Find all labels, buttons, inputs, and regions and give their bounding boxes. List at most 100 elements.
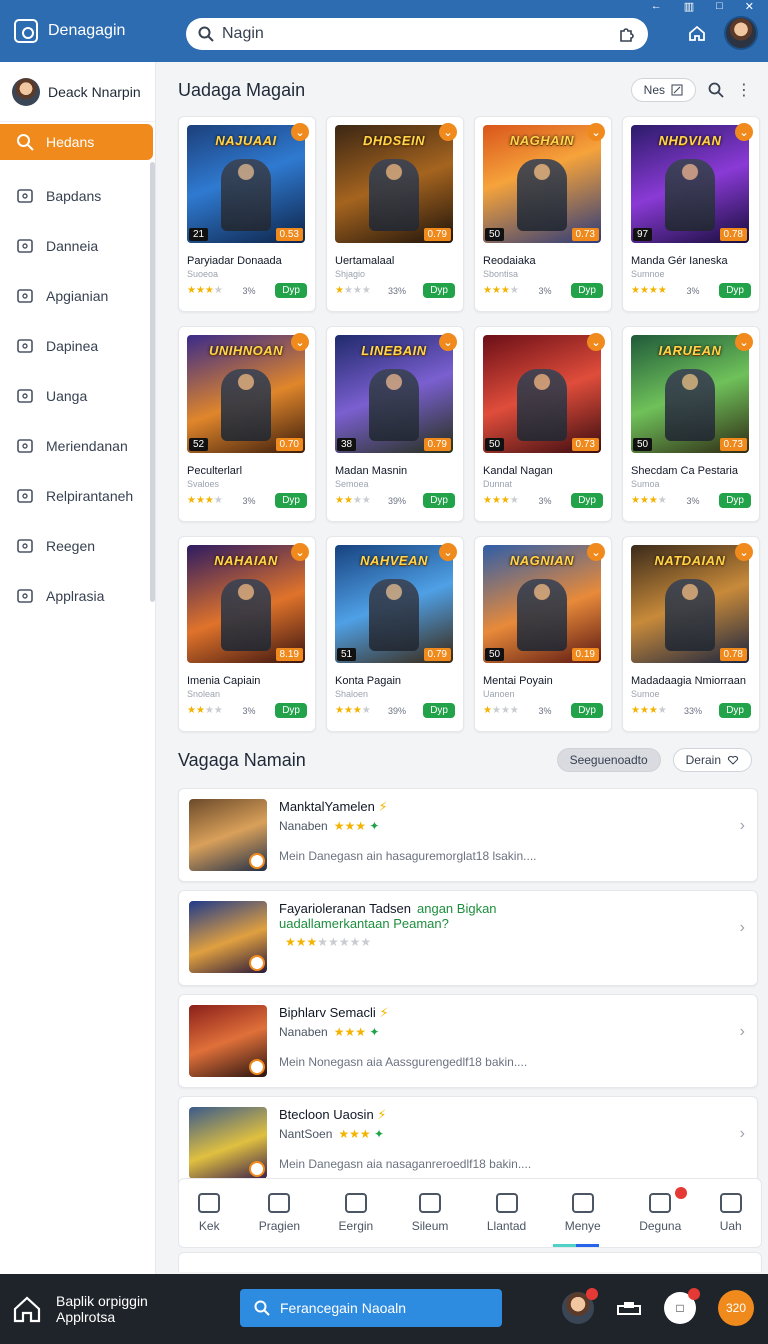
more-options-icon[interactable]: ⋮ [736,80,752,100]
list-item[interactable]: Fayarioleranan Tadsen angan Bigkan uadalla… [178,890,758,986]
get-button[interactable]: Dyp [423,703,455,718]
tab-llantad[interactable]: Llantad [487,1193,526,1233]
taskbar-search[interactable]: Ferancegain Naoaln [240,1289,502,1327]
sort-button[interactable]: Nes [630,78,696,102]
chevron-down-icon[interactable]: ⌄ [735,333,753,351]
game-thumbnail[interactable]: DHDSEIN 0.79 [335,125,453,243]
game-card[interactable]: NAHVEAN 51 0.79 ⌄ Konta Pagain Shaloen ★★★★ 39%… [326,536,464,732]
sidebar-item-dapinea[interactable]: Dapinea [0,322,155,370]
sidebar-item-bapdans[interactable]: Bapdans [0,172,155,220]
game-thumbnail[interactable]: NAHAIAN 8.19 [187,545,305,663]
get-button[interactable]: Dyp [275,493,307,508]
tab-sileum[interactable]: Sileum [412,1193,448,1233]
sidebar-item-uanga[interactable]: Uanga [0,372,155,420]
sidebar-scrollbar[interactable] [150,162,155,602]
game-thumbnail[interactable]: NAJUAAI 21 0.53 [187,125,305,243]
list-item[interactable]: Btecloon Uaosin ⚡ NantSoen ★★★ ✦ Mein Daneg… [178,1096,758,1190]
taskbar-home-icon[interactable] [12,1295,42,1323]
section-search-icon[interactable] [708,82,724,98]
sidebar-item-apgianian[interactable]: Apgianian [0,272,155,320]
puzzle-icon[interactable] [618,25,636,43]
game-card[interactable]: NHDVIAN 97 0.78 ⌄ Manda Gér Ianeska Sumnoe ★★★… [622,116,760,312]
chevron-down-icon[interactable]: ⌄ [291,543,309,561]
get-button[interactable]: Dyp [571,493,603,508]
game-card[interactable]: NAJUAAI 21 0.53 ⌄ Paryiadar Donaada Suoeoa ★★★… [178,116,316,312]
chevron-down-icon[interactable]: ⌄ [291,123,309,141]
game-card[interactable]: DHDSEIN 0.79 ⌄ Uertamalaal Shjagio ★★★★ 33% Dyp [326,116,464,312]
get-button[interactable]: Dyp [571,283,603,298]
game-card[interactable]: NAHAIAN 8.19 ⌄ Imenia Capiain Snolean ★★★★ 3% D… [178,536,316,732]
home-icon[interactable] [688,24,706,42]
filter-chip[interactable]: Seeguenoadto [556,748,661,772]
image-icon [16,437,34,455]
chevron-down-icon[interactable]: ⌄ [735,123,753,141]
get-button[interactable]: Dyp [719,493,751,508]
taskbar-avatar[interactable] [562,1288,598,1324]
game-character [221,579,271,651]
get-button[interactable]: Dyp [571,703,603,718]
get-button[interactable]: Dyp [423,493,455,508]
game-card[interactable]: 50 0.73 ⌄ Kandal Nagan Dunnat ★★★★ 3% Dyp [474,326,612,522]
chevron-right-icon[interactable]: › [740,919,745,937]
chevron-down-icon[interactable]: ⌄ [587,123,605,141]
tab-pragien[interactable]: Pragien [259,1193,300,1233]
get-button[interactable]: Dyp [423,283,455,298]
chevron-right-icon[interactable]: › [740,1023,745,1041]
game-card[interactable]: IARUEAN 50 0.73 ⌄ Shecdam Ca Pestaria Sumoa ★★… [622,326,760,522]
sidebar-item-hedans[interactable]: Hedans [0,124,153,160]
game-card[interactable]: UNIHNOAN 52 0.70 ⌄ Peculterlarl Svaloes ★★★★ 3%… [178,326,316,522]
list-item[interactable]: Biphlarv Semacli ⚡ Nanaben ★★★ ✦ Mein Noneg… [178,994,758,1088]
list-item[interactable]: ManktalYamelen ⚡ Nanaben ★★★ ✦ Mein Danegas… [178,788,758,882]
section-header: Uadaga Magain Nes ⋮ [156,78,768,102]
chevron-down-icon[interactable]: ⌄ [587,543,605,561]
tab-deguna[interactable]: Deguna [639,1187,688,1233]
maximize-icon[interactable]: □ [716,0,723,13]
tab-eergin[interactable]: Eergin [339,1193,373,1233]
game-thumbnail[interactable]: UNIHNOAN 52 0.70 [187,335,305,453]
chevron-down-icon[interactable]: ⌄ [439,333,457,351]
close-icon[interactable]: ✕ [745,0,754,13]
get-button[interactable]: Dyp [719,283,751,298]
game-thumbnail[interactable]: NAHVEAN 51 0.79 [335,545,453,663]
search-input[interactable]: Nagin [222,25,264,43]
app-brand[interactable]: Denagagin [0,19,176,43]
chevron-down-icon[interactable]: ⌄ [439,123,457,141]
sidebar-item-relpirantaneh[interactable]: Relpirantaneh [0,472,155,520]
sidebar-item-reegen[interactable]: Reegen [0,522,155,570]
user-avatar[interactable] [724,16,758,50]
game-card[interactable]: NAGHAIN 50 0.73 ⌄ Reodaiaka Sbontisa ★★★★ 3% Dyp [474,116,612,312]
sidebar-item-danneia[interactable]: Danneia [0,222,155,270]
tab-menye[interactable]: Menye [565,1193,601,1233]
taskbar-app[interactable]: Baplik orpiggin Applrotsa [56,1293,148,1325]
game-thumbnail[interactable]: NATDAIAN 0.78 [631,545,749,663]
game-card[interactable]: LINEBAIN 38 0.79 ⌄ Madan Masnin Semoea ★★★★ 39%… [326,326,464,522]
chevron-right-icon[interactable]: › [740,817,745,835]
chevron-down-icon[interactable]: ⌄ [587,333,605,351]
sidebar-item-meriendanan[interactable]: Meriendanan [0,422,155,470]
game-thumbnail[interactable]: NHDVIAN 97 0.78 [631,125,749,243]
game-thumbnail[interactable]: NAGHAIN 50 0.73 [483,125,601,243]
back-arrow-icon[interactable]: ← [651,0,662,13]
taskbar-orange-badge[interactable]: 320 [718,1290,754,1326]
get-button[interactable]: Dyp [275,703,307,718]
sort-dropdown[interactable]: Derain [672,748,752,772]
chevron-down-icon[interactable]: ⌄ [735,543,753,561]
get-button[interactable]: Dyp [719,703,751,718]
tab-uah[interactable]: Uah [719,1193,742,1233]
sidebar-item-applrasia[interactable]: Applrasia [0,572,155,620]
window-switch-icon[interactable] [616,1298,642,1318]
get-button[interactable]: Dyp [275,283,307,298]
tab-kek[interactable]: Kek [198,1193,221,1233]
chevron-down-icon[interactable]: ⌄ [291,333,309,351]
chevron-right-icon[interactable]: › [740,1125,745,1143]
sidebar-profile[interactable]: Deack Nnarpin [0,62,155,122]
game-card[interactable]: NATDAIAN 0.78 ⌄ Madadaagia Nmiorraan Sumoe ★★… [622,536,760,732]
game-thumbnail[interactable]: LINEBAIN 38 0.79 [335,335,453,453]
game-thumbnail[interactable]: NAGNIAN 50 0.19 [483,545,601,663]
taskbar-square-button[interactable]: □ [664,1288,700,1324]
search-bar[interactable]: Nagin [186,18,648,50]
chevron-down-icon[interactable]: ⌄ [439,543,457,561]
game-thumbnail[interactable]: 50 0.73 [483,335,601,453]
game-thumbnail[interactable]: IARUEAN 50 0.73 [631,335,749,453]
game-card[interactable]: NAGNIAN 50 0.19 ⌄ Mentai Poyain Uanoen ★★★★ 3% D… [474,536,612,732]
